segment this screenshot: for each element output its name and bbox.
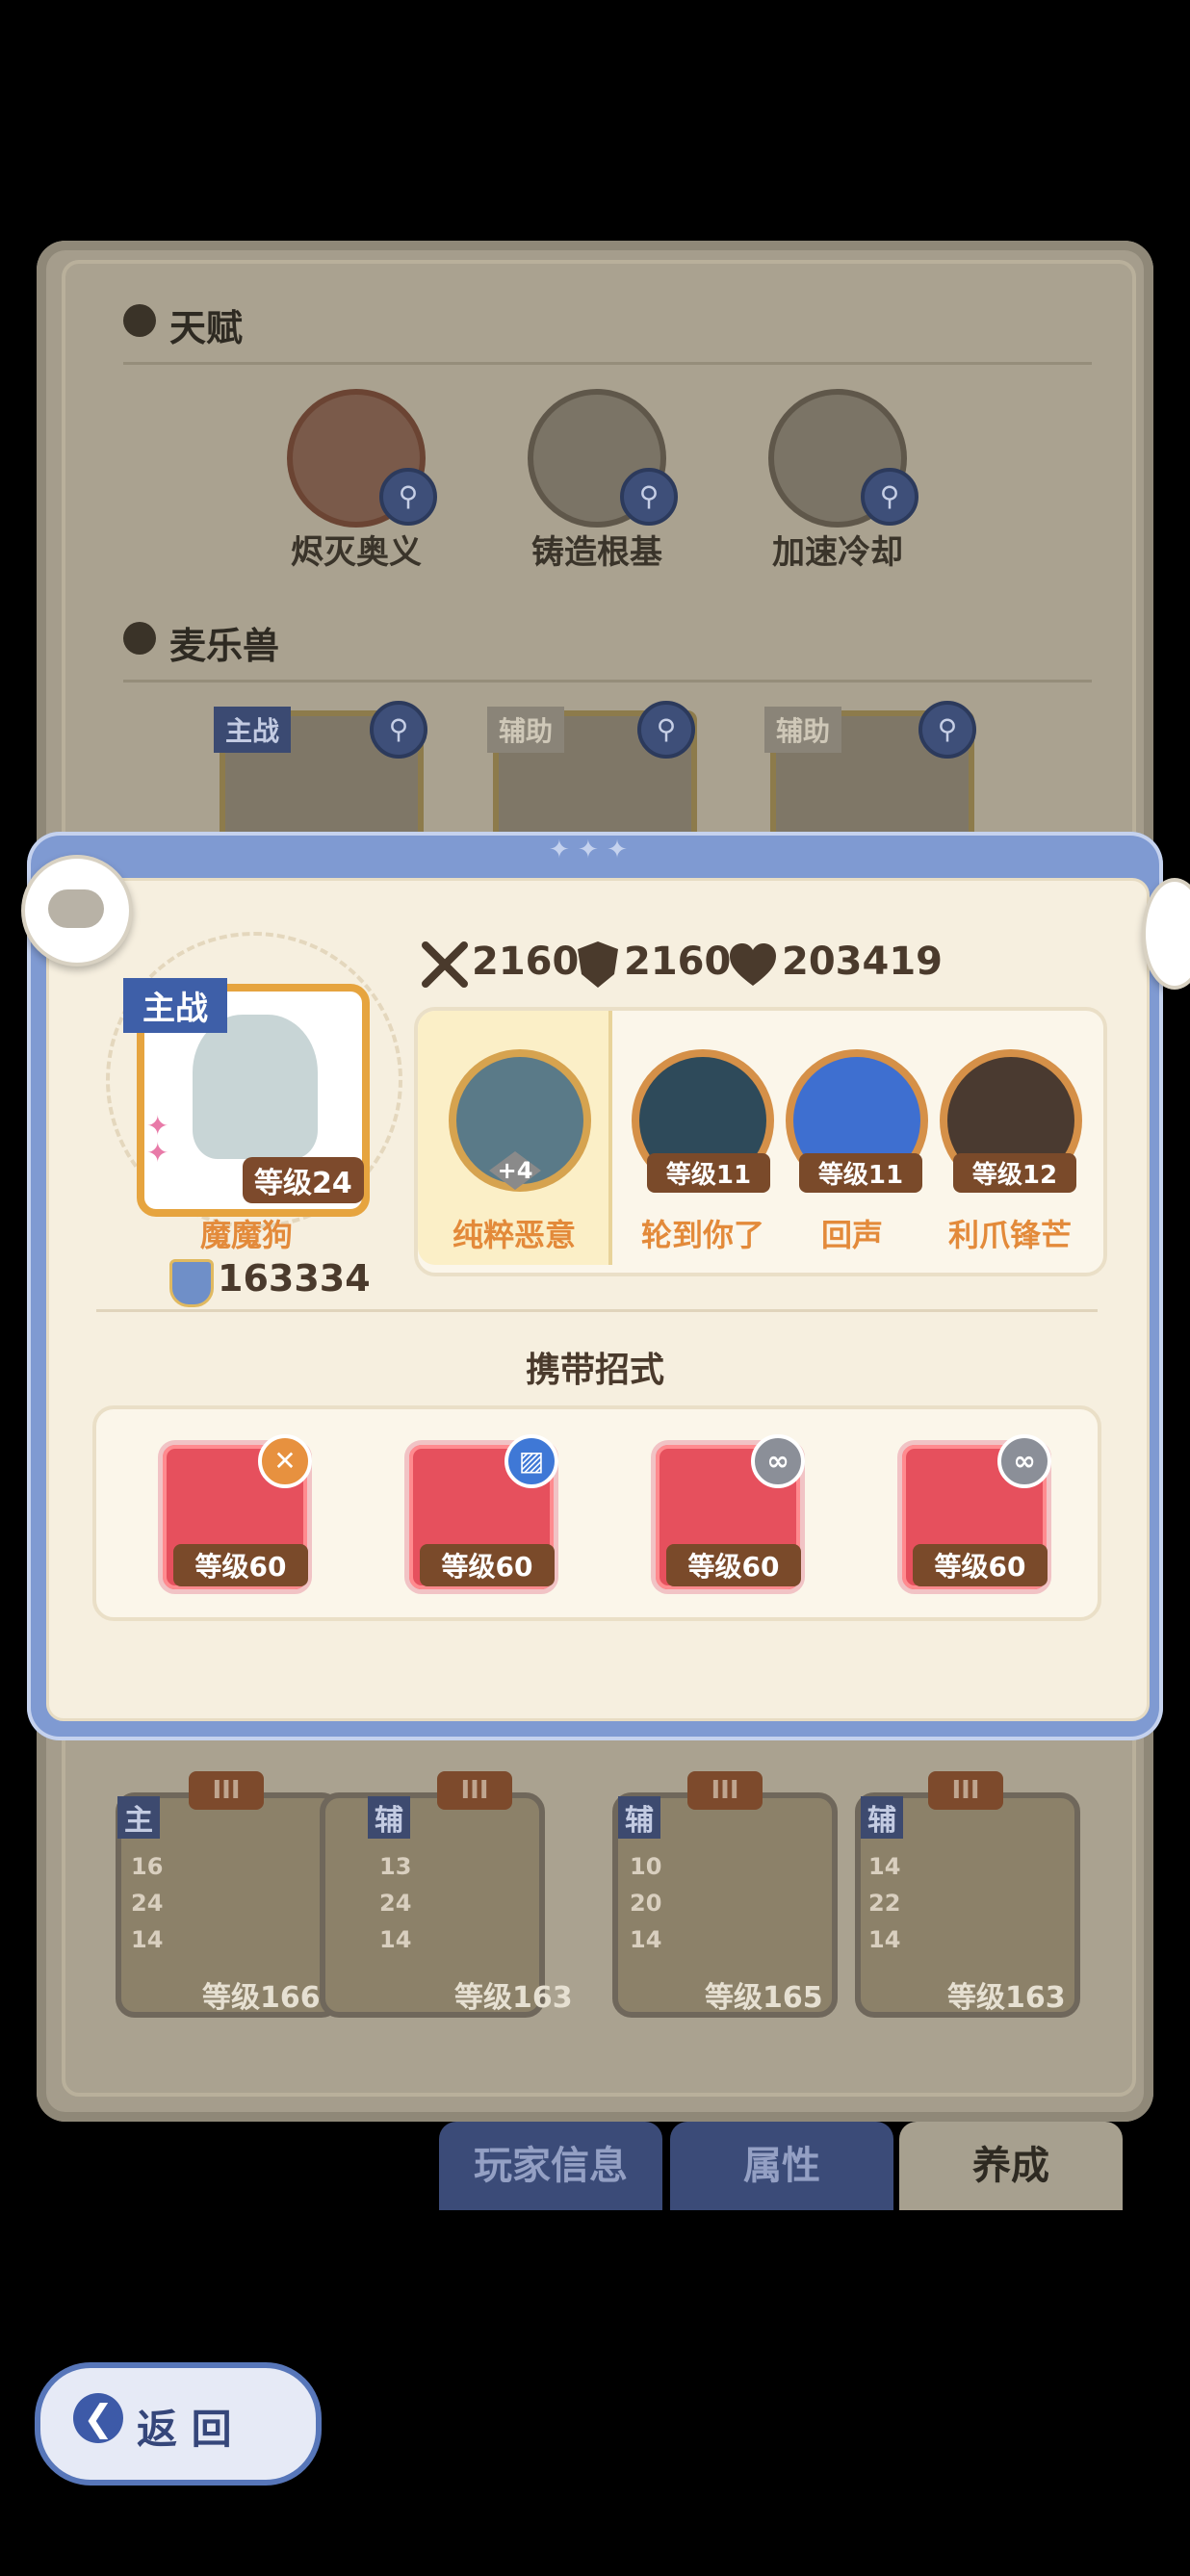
- defense-icon: [576, 940, 620, 990]
- defense-value: 2160: [624, 940, 732, 984]
- move-4-level: 等级60: [913, 1544, 1048, 1586]
- move-4-link-icon: ∞: [997, 1434, 1051, 1488]
- star-rank-icon: ✦ ✦: [146, 1110, 169, 1169]
- talent-3-search-icon[interactable]: ⚲: [861, 468, 918, 526]
- bottom-card-3-stat: 10: [630, 1853, 662, 1880]
- bottom-card-2-stat: 24: [379, 1890, 412, 1917]
- skill-2-name: 轮到你了: [640, 1217, 764, 1253]
- bottom-card-2-stats: 13 24 14: [379, 1848, 418, 1958]
- back-label: 返 回: [137, 2406, 232, 2453]
- attack-value: 2160: [472, 940, 580, 984]
- bottom-card-3-stat: 14: [630, 1926, 662, 1953]
- move-1-level: 等级60: [173, 1544, 308, 1586]
- pet-card-1-search-icon[interactable]: ⚲: [370, 701, 427, 759]
- skill-4-name: 利爪锋芒: [947, 1217, 1072, 1253]
- bottom-card-2-rank: III: [437, 1771, 512, 1810]
- tab-cultivate[interactable]: 养成: [899, 2122, 1123, 2210]
- pet-card-3-search-icon[interactable]: ⚲: [918, 701, 976, 759]
- move-3-level: 等级60: [666, 1544, 801, 1586]
- chat-button-left[interactable]: [21, 855, 133, 966]
- bottom-card-4-level: 等级163: [947, 1981, 1066, 2015]
- tab-player-info[interactable]: 玩家信息: [439, 2122, 662, 2210]
- moves-title: 携带招式: [525, 1351, 664, 1390]
- pet-card-1-tag: 主战: [214, 707, 292, 753]
- skill-3-name: 回声: [820, 1217, 883, 1253]
- skill-1-name: 纯粹恶意: [452, 1217, 576, 1253]
- bottom-card-4-stat: 14: [868, 1853, 901, 1880]
- bottom-card-4-stat: 22: [868, 1890, 901, 1917]
- talent-1-search-icon[interactable]: ⚲: [379, 468, 437, 526]
- talent-label-2: 铸造根基: [531, 533, 662, 572]
- move-2-level: 等级60: [420, 1544, 555, 1586]
- bottom-card-1-rank: III: [189, 1771, 264, 1810]
- bottom-card-2-stat: 14: [379, 1926, 412, 1953]
- bottom-card-1-stats: 16 24 14: [131, 1848, 169, 1958]
- pet-section-icon: [123, 622, 156, 655]
- pet-card-2-search-icon[interactable]: ⚲: [637, 701, 695, 759]
- bottom-card-3-level: 等级165: [705, 1981, 823, 2015]
- move-2-shield-icon: ▨: [504, 1434, 558, 1488]
- chat-bubble-icon: [48, 889, 104, 928]
- pet-card-3-tag: 辅助: [764, 707, 842, 753]
- back-arrow-icon: ❮: [73, 2393, 123, 2443]
- bottom-card-1-stat: 16: [131, 1853, 164, 1880]
- section-divider: [96, 1309, 1098, 1312]
- bottom-card-1-stat: 14: [131, 1926, 164, 1953]
- bottom-card-3-stat: 20: [630, 1890, 662, 1917]
- bottom-card-1-tag: 主: [117, 1796, 160, 1839]
- skill-4-level: 等级12: [953, 1153, 1076, 1193]
- bottom-card-3-rank: III: [687, 1771, 763, 1810]
- hp-heart-icon: [728, 941, 778, 988]
- talent-label-3: 加速冷却: [772, 533, 903, 572]
- back-button[interactable]: ❮ 返 回: [35, 2362, 322, 2486]
- attack-icon: [420, 940, 470, 990]
- bottom-card-3-stats: 10 20 14: [630, 1848, 668, 1958]
- bottom-card-2-stat: 13: [379, 1853, 412, 1880]
- pet-divider: [123, 680, 1092, 683]
- talent-section-title: 天赋: [169, 307, 244, 349]
- bottom-card-2-level: 等级163: [454, 1981, 573, 2015]
- hp-value: 203419: [782, 940, 943, 984]
- tab-attributes[interactable]: 属性: [670, 2122, 893, 2210]
- pet-card-2-tag: 辅助: [487, 707, 565, 753]
- bottom-card-4-tag: 辅: [861, 1796, 903, 1839]
- main-battle-tag: 主战: [123, 978, 227, 1033]
- pet-section-title: 麦乐兽: [169, 625, 280, 667]
- skill-3-level: 等级11: [799, 1153, 922, 1193]
- bottom-card-4-stats: 14 22 14: [868, 1848, 907, 1958]
- bottom-card-1-level: 等级166: [202, 1981, 321, 2015]
- dialog-top-ornament: ✦ ✦ ✦: [549, 836, 628, 864]
- monster-level: 等级24: [243, 1157, 364, 1203]
- monster-power: 163334: [218, 1257, 371, 1300]
- bottom-card-4-rank: III: [928, 1771, 1003, 1810]
- bottom-card-1-stat: 24: [131, 1890, 164, 1917]
- talent-2-search-icon[interactable]: ⚲: [620, 468, 678, 526]
- bottom-card-3-tag: 辅: [618, 1796, 660, 1839]
- power-shield-icon: [169, 1259, 214, 1307]
- skill-2-level: 等级11: [647, 1153, 770, 1193]
- bottom-card-2-tag: 辅: [368, 1796, 410, 1839]
- talent-label-1: 烬灭奥义: [291, 533, 422, 572]
- move-1-cross-swords-icon: ✕: [258, 1434, 312, 1488]
- bottom-card-4-stat: 14: [868, 1926, 901, 1953]
- monster-image: [193, 1015, 318, 1159]
- monster-name: 魔魔狗: [199, 1217, 293, 1253]
- talent-divider: [123, 362, 1092, 365]
- talent-section-icon: [123, 304, 156, 337]
- move-3-link-icon: ∞: [751, 1434, 805, 1488]
